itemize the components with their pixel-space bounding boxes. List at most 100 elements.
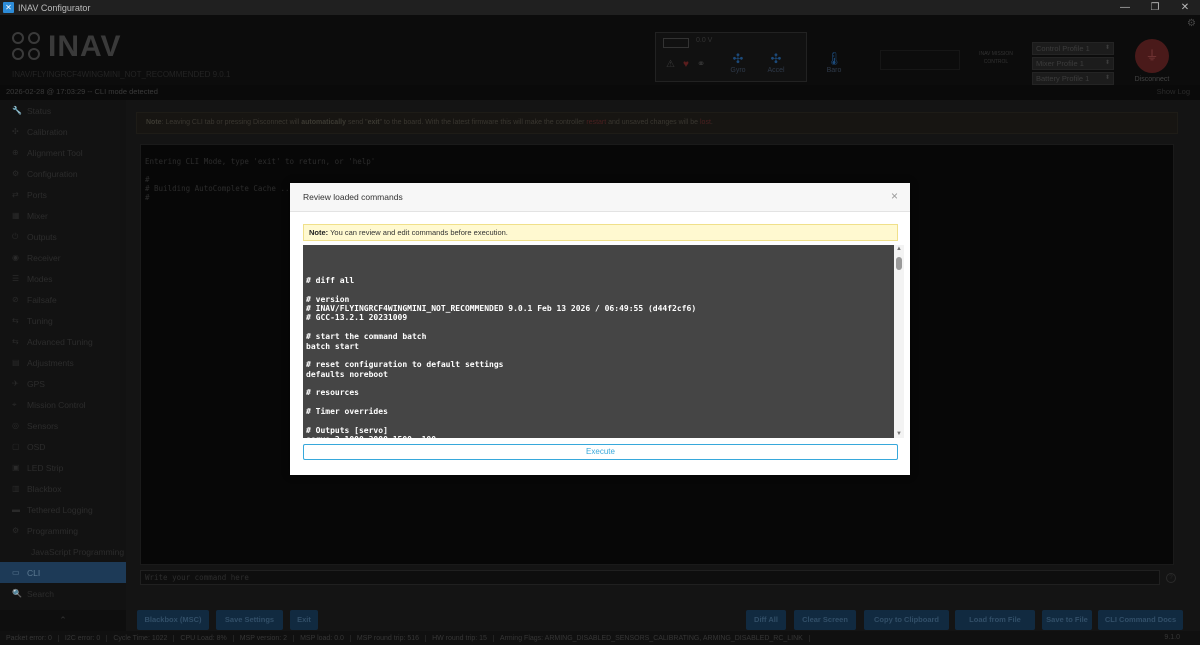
minimize-button[interactable]: — [1110,0,1140,15]
scroll-down-icon[interactable]: ▼ [894,431,904,437]
sidebar-item-advanced-tuning[interactable]: ⇆ Advanced Tuning [0,331,126,352]
ports-icon: ⇄ [12,190,19,199]
sidebar-item-tethered-logging[interactable]: ▬ Tethered Logging [0,499,126,520]
command-line [306,398,891,407]
cli-blackbox-msc--button[interactable]: Blackbox (MSC) [137,610,209,630]
search-icon: 🔍 [12,589,22,598]
sidebar-item-tuning[interactable]: ⇆ Tuning [0,310,126,331]
sidebar-item-receiver[interactable]: ◉ Receiver [0,247,126,268]
collapse-sidebar-button[interactable]: ⌃ [0,610,126,631]
cli-copy-to-clipboard-button[interactable]: Copy to Clipboard [864,610,949,630]
command-line: # version [306,294,350,304]
command-line: # Outputs [servo] [306,426,388,436]
sidebar-item-outputs[interactable]: ⏻ Outputs [0,226,126,247]
sidebar-item-label: Mixer [27,210,48,221]
command-line: # resources [306,388,359,398]
profile-select-value: Control Profile 1 [1036,44,1090,53]
advanced-tuning-icon: ⇆ [12,337,19,346]
alignment-tool-icon: ⊕ [12,148,19,157]
calibration-icon: ✣ [12,127,19,136]
title-bar: ✕ INAV Configurator — ❐ ✕ [0,0,1200,15]
sidebar-item-label: OSD [27,441,46,452]
settings-gear-icon[interactable]: ⚙ [1187,18,1196,29]
sidebar-item-label: Modes [27,273,53,284]
status-item: HW round trip: 15 [432,634,494,642]
sidebar-item-modes[interactable]: ☰ Modes [0,268,126,289]
command-line [306,417,891,426]
cli-save-settings-button[interactable]: Save Settings [216,610,283,630]
dialog-close-icon[interactable]: × [891,189,898,203]
command-line: # start the command batch [306,332,427,342]
command-line: # Timer overrides [306,407,388,417]
sidebar-item-calibration[interactable]: ✣ Calibration [0,121,126,142]
sidebar-item-gps[interactable]: ✈ GPS [0,373,126,394]
command-line: batch start [306,341,359,351]
sidebar-item-programming[interactable]: ⚙ Programming [0,520,126,541]
firmware-subtitle: INAV/FLYINGRCF4WINGMINI_NOT_RECOMMENDED … [12,70,231,79]
sidebar-item-configuration[interactable]: ⚙ Configuration [0,163,126,184]
sensors-icon: ◎ [12,421,19,430]
tuning-icon: ⇆ [12,316,19,325]
blackbox-icon: ▥ [12,484,20,493]
sidebar-item-label: Mission Control [27,399,86,410]
command-line: servo 2 1000 2000 1500 -100 [306,435,891,438]
sidebar-item-osd[interactable]: ▢ OSD [0,436,126,457]
cli-diff-all-button[interactable]: Diff All [746,610,786,630]
close-window-button[interactable]: ✕ [1170,0,1200,15]
sensor-label: Accel [767,67,785,74]
editor-scrollbar[interactable]: ▲ ▼ [894,245,904,438]
profile-select-1[interactable]: Mixer Profile 1 ⬍ [1032,57,1114,70]
sidebar-item-cli[interactable]: ▭ CLI [0,562,126,583]
execute-button[interactable]: Execute [303,444,898,460]
help-icon[interactable]: ? [1166,573,1176,583]
cli-button-row: Blackbox (MSC) Save Settings Exit Diff All C… [126,610,1200,630]
cli-command-input[interactable]: Write your command here [140,570,1160,585]
scroll-up-icon[interactable]: ▲ [894,246,904,252]
cli-cli-command-docs-button[interactable]: CLI Command Docs [1098,610,1183,630]
sidebar-item-led-strip[interactable]: ▣ LED Strip [0,457,126,478]
gps-icon: ✈ [12,379,19,388]
command-line [306,323,891,332]
led-strip-icon: ▣ [12,463,20,472]
terminal-line: Entering CLI Mode, type 'exit' to return… [145,157,376,166]
usb-plug-icon: ⏚ [1135,39,1169,73]
sidebar-item-ports[interactable]: ⇄ Ports [0,184,126,205]
sidebar-item-mission-control[interactable]: ⌖ Mission Control [0,394,126,415]
sidebar-item-mixer[interactable]: ▦ Mixer [0,205,126,226]
status-item: I2C error: 0 [65,634,108,642]
sidebar-item-label: Sensors [27,420,59,431]
sidebar-item-label: Tuning [27,315,53,326]
cli-load-from-file-button[interactable]: Load from File [955,610,1035,630]
command-line: defaults noreboot [306,369,388,379]
maximize-button[interactable]: ❐ [1140,0,1170,15]
outputs-icon: ⏻ [12,231,19,241]
profile-select-0[interactable]: Control Profile 1 ⬍ [1032,42,1114,55]
command-line: # reset configuration to default setting… [306,360,504,370]
sidebar-item-sensors[interactable]: ◎ Sensors [0,415,126,436]
sidebar-item-blackbox[interactable]: ▥ Blackbox [0,478,126,499]
cli-clear-screen-button[interactable]: Clear Screen [794,610,856,630]
sidebar-item-search[interactable]: 🔍 Search [0,583,126,604]
sidebar-item-label: GPS [27,378,45,389]
status-item: Packet error: 0 [6,634,59,642]
disconnect-button[interactable]: ⏚ Disconnect [1128,39,1176,83]
status-item: MSP load: 0.0 [300,634,351,642]
chevron-updown-icon: ⬍ [1104,75,1110,81]
cli-save-to-file-button[interactable]: Save to File [1042,610,1092,630]
sidebar-item-alignment-tool[interactable]: ⊕ Alignment Tool [0,142,126,163]
scroll-thumb[interactable] [896,257,902,270]
sidebar-item-label: CLI [27,567,41,578]
commands-editor[interactable]: # diff all # version # INAV/FLYINGRCF4WING… [303,245,894,438]
sidebar-item-javascript-programming[interactable]: JavaScript Programming [0,541,126,562]
sidebar-item-label: Adjustments [27,357,74,368]
show-log-link[interactable]: Show Log [1157,87,1190,96]
profile-select-2[interactable]: Battery Profile 1 ⬍ [1032,72,1114,85]
sidebar-item-status[interactable]: 🔧 Status [0,100,126,121]
programming-icon: ⚙ [12,526,20,535]
sidebar-item-failsafe[interactable]: ⊘ Failsafe [0,289,126,310]
header: INAV INAV/FLYINGRCF4WINGMINI_NOT_RECOMME… [0,15,1200,85]
profile-selectors: Control Profile 1 ⬍ Mixer Profile 1 ⬍ Batter… [1032,42,1114,87]
sidebar-item-label: Configuration [27,168,78,179]
cli-exit-button[interactable]: Exit [290,610,318,630]
sidebar-item-adjustments[interactable]: ▤ Adjustments [0,352,126,373]
